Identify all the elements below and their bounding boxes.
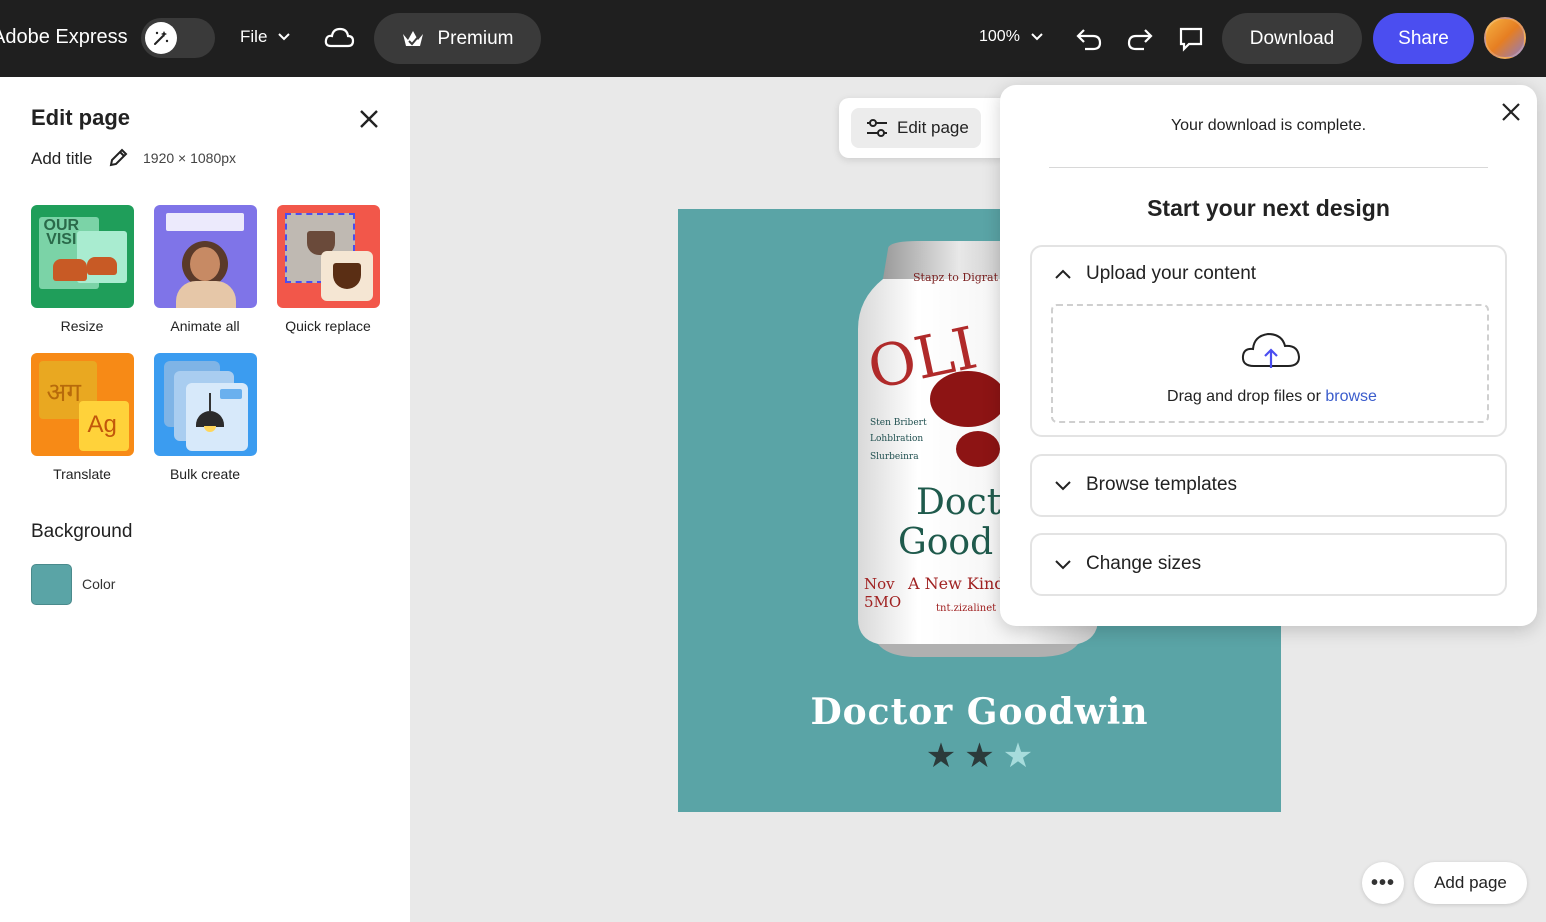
browse-templates-header[interactable]: Browse templates [1054,474,1237,496]
add-page-button[interactable]: Add page [1414,862,1527,904]
close-icon[interactable] [357,107,381,131]
chevron-up-icon [1055,269,1071,279]
browse-templates-label: Browse templates [1086,474,1238,495]
magic-wand-icon [145,22,177,54]
download-status-message: Your download is complete. [1170,117,1367,134]
file-menu[interactable]: File [240,27,291,47]
user-avatar[interactable] [1484,17,1526,59]
change-sizes-label: Change sizes [1086,553,1202,574]
bulk-create-tool[interactable]: Bulk create [153,353,257,482]
comment-icon[interactable] [1176,24,1206,54]
next-design-heading: Start your next design [1147,195,1390,221]
edit-page-chip: Edit page [839,98,1009,158]
resize-tool[interactable]: OUR VISI Resize [30,205,134,334]
quick-replace-tool[interactable]: Quick replace [276,205,380,334]
animate-all-tool[interactable]: Animate all [153,205,257,334]
svg-text:Nov: Nov [864,575,895,593]
background-color-swatch[interactable] [31,564,72,605]
svg-text:tnt.zizalinet: tnt.zizalinet [936,603,996,614]
svg-text:Doct: Doct [916,482,1002,523]
edit-page-button[interactable]: Edit page [851,108,981,148]
resize-tool-thumbnail: OUR VISI [30,205,134,308]
add-title-label[interactable]: Add title [31,149,92,169]
crown-icon [403,30,424,46]
tool-label: Quick replace [285,318,371,334]
background-section-title: Background [31,521,133,542]
product-title[interactable]: Doctor Goodwin [678,691,1281,733]
svg-text:5MO: 5MO [864,593,901,611]
animate-all-thumbnail [153,205,257,308]
star-icon-filled: ★ [964,736,995,776]
dropzone-text: Drag and drop files or browse [1053,388,1491,406]
undo-icon[interactable] [1074,24,1104,54]
pencil-icon[interactable] [107,147,129,169]
file-menu-label: File [240,27,268,46]
svg-text:Stapz to Digrat: Stapz to Digrat [913,271,999,284]
star-icon-filled: ★ [925,736,957,776]
translate-tool[interactable]: अग Ag Translate [30,353,134,482]
translate-thumbnail: अग Ag [30,353,134,456]
change-sizes-accordion[interactable]: Change sizes [1030,533,1507,596]
star-rating: ★ ★ ★ [678,739,1281,773]
magic-toggle[interactable] [141,18,215,58]
zoom-select[interactable]: 100% [979,28,1044,46]
download-button[interactable]: Download [1222,13,1362,64]
star-icon-empty: ★ [1002,736,1034,776]
zoom-value: 100% [979,28,1020,45]
upload-accordion-header[interactable]: Upload your content [1054,263,1256,285]
download-complete-popup: Your download is complete. Start your ne… [1000,85,1537,626]
app-name: Adobe Express [0,26,128,48]
premium-label: Premium [437,27,514,49]
cloud-save-icon[interactable] [323,24,355,52]
edit-page-label: Edit page [897,118,969,137]
svg-text:A New Kind: A New Kind [907,574,1005,593]
redo-icon[interactable] [1125,24,1155,54]
share-button[interactable]: Share [1373,13,1474,64]
cloud-upload-icon [1241,332,1301,368]
panel-title: Edit page [31,105,131,130]
top-toolbar: Adobe Express File Premium 100% Download… [0,0,1546,77]
file-dropzone[interactable]: Drag and drop files or browse [1051,304,1489,423]
edit-page-panel: Edit page Add title 1920 × 1080px OUR VIS… [0,77,410,922]
page-dimensions: 1920 × 1080px [143,150,237,166]
chevron-down-icon [1031,33,1043,41]
chevron-down-icon [1055,481,1071,491]
upload-title: Upload your content [1086,263,1257,284]
svg-text:Slurbeinra: Slurbeinra [870,452,919,462]
browse-link[interactable]: browse [1325,388,1377,405]
chevron-down-icon [278,33,291,41]
browse-templates-accordion[interactable]: Browse templates [1030,454,1507,517]
tool-label: Translate [53,466,111,482]
svg-text:Good: Good [898,522,993,563]
bulk-create-thumbnail [153,353,257,456]
drop-instruction: Drag and drop files or [1167,388,1326,405]
upload-accordion: Upload your content Drag and drop files … [1030,245,1507,437]
tool-label: Resize [60,318,104,334]
more-options-button[interactable]: ••• [1362,862,1404,904]
premium-button[interactable]: Premium [374,13,541,64]
chevron-down-icon [1055,560,1071,570]
tool-label: Bulk create [169,466,241,482]
change-sizes-header[interactable]: Change sizes [1054,553,1201,575]
svg-text:Lohblration: Lohblration [870,434,923,444]
divider [1049,167,1488,168]
quick-replace-thumbnail [276,205,380,308]
svg-text:Sten Bribert: Sten Bribert [870,418,927,428]
color-label: Color [82,576,116,592]
tool-label: Animate all [170,318,240,334]
sliders-icon [867,119,887,137]
